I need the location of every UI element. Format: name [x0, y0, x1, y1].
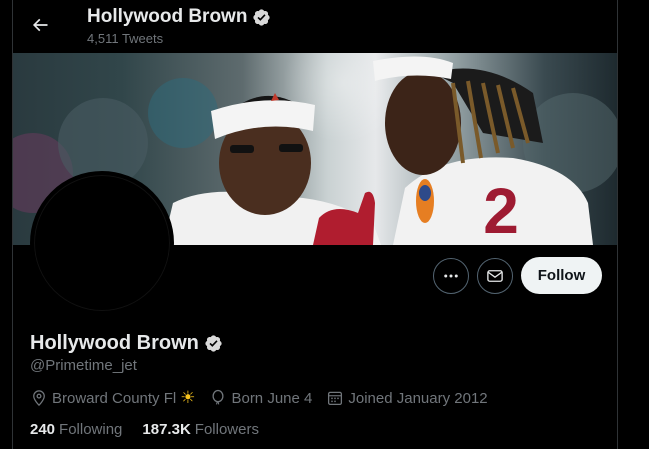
profile-header: Hollywood Brown 4,511 Tweets [13, 0, 617, 53]
location-text: Broward County Fl [52, 389, 177, 407]
follow-stats: 240 Following 187.3K Followers [30, 421, 279, 438]
birthday-text: Born June 4 [231, 389, 313, 407]
more-horizontal-icon [444, 274, 458, 278]
location-pin-icon [33, 390, 45, 407]
profile-handle: @Primetime_jet [30, 357, 137, 374]
tweet-count: 4,511 Tweets [87, 31, 164, 46]
profile-name-row: Hollywood Brown [30, 332, 223, 355]
following-count: 240 [30, 421, 56, 438]
arrow-left-icon [32, 18, 48, 32]
profile-meta: Broward County Fl ☀ Born June 4 Joined J… [30, 388, 502, 408]
followers-label: Followers [194, 421, 259, 438]
followers-count: 187.3K [142, 421, 191, 438]
profile-name: Hollywood Brown [30, 332, 199, 354]
more-button[interactable] [433, 258, 469, 294]
follow-button[interactable]: Follow [521, 257, 602, 294]
back-button[interactable] [27, 12, 53, 38]
following-label: Following [59, 421, 123, 438]
frame-right-border [617, 0, 618, 449]
header-title-row: Hollywood Brown [87, 6, 271, 28]
followers-link[interactable]: 187.3K Followers [142, 421, 279, 438]
avatar[interactable] [30, 171, 174, 315]
balloon-icon [212, 389, 224, 405]
joined-item: Joined January 2012 [326, 389, 488, 407]
message-button[interactable] [477, 258, 513, 294]
verified-badge-icon [253, 8, 271, 26]
birthday-item: Born June 4 [209, 389, 312, 407]
sun-emoji: ☀ [180, 388, 196, 407]
joined-text: Joined January 2012 [348, 389, 488, 407]
location-item: Broward County Fl ☀ [30, 388, 195, 408]
jersey-number: 2 [483, 175, 519, 245]
header-name: Hollywood Brown [87, 6, 248, 27]
calendar-icon [328, 391, 343, 406]
envelope-icon [487, 270, 503, 282]
verified-badge-icon [205, 335, 222, 352]
following-link[interactable]: 240 Following [30, 421, 142, 438]
